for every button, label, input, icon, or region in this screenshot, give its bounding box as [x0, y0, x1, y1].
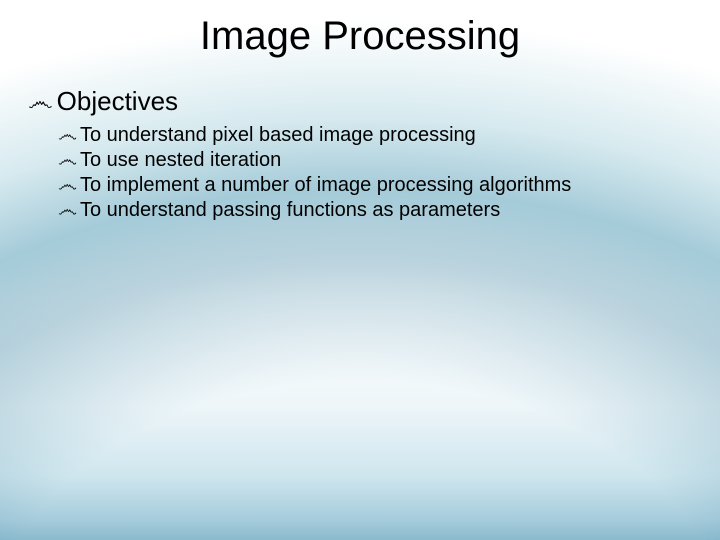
list-item: ෴ To understand pixel based image proces…	[58, 123, 680, 147]
slide-title: Image Processing	[0, 14, 720, 59]
content-area: ෴ Objectives ෴ To understand pixel based…	[0, 87, 720, 222]
bullet-icon: ෴	[58, 173, 77, 197]
list-item-label: To implement a number of image processin…	[80, 173, 571, 197]
bullet-icon: ෴	[58, 123, 77, 147]
list-item-label: To understand passing functions as param…	[80, 198, 500, 222]
slide: Image Processing ෴ Objectives ෴ To under…	[0, 0, 720, 540]
list-item: ෴ Objectives	[28, 87, 680, 117]
list-item-label: To use nested iteration	[80, 148, 281, 172]
list-item: ෴ To understand passing functions as par…	[58, 198, 680, 222]
list-item: ෴ To use nested iteration	[58, 148, 680, 172]
list-item: ෴ To implement a number of image process…	[58, 173, 680, 197]
bullet-icon: ෴	[28, 87, 53, 116]
bullet-icon: ෴	[58, 198, 77, 222]
sub-list: ෴ To understand pixel based image proces…	[28, 123, 680, 222]
section-heading: Objectives	[57, 87, 178, 117]
list-item-label: To understand pixel based image processi…	[80, 123, 476, 147]
bullet-icon: ෴	[58, 148, 77, 172]
